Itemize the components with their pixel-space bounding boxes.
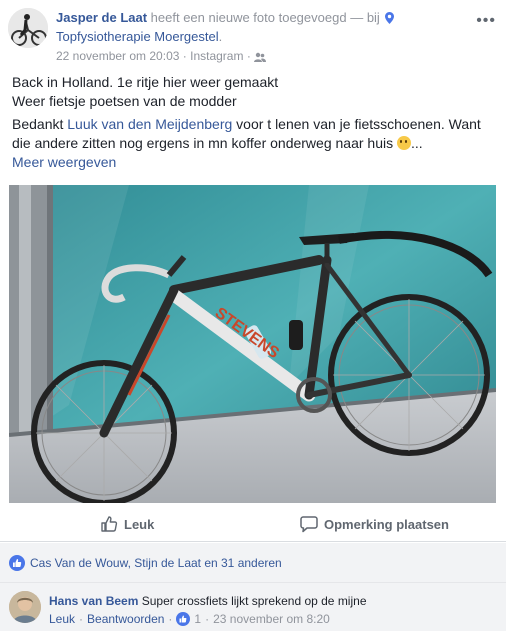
post-source[interactable]: Instagram [190, 49, 243, 63]
comment-like-button[interactable]: Leuk [49, 612, 75, 626]
action-text: heeft een nieuwe foto toegevoegd [150, 10, 347, 25]
message-line-2: Weer fietsje poetsen van de modder [12, 93, 237, 109]
comment-dot: · [205, 612, 210, 626]
comment-like-count[interactable]: 1 [194, 612, 201, 626]
commenter-name[interactable]: Hans van Beem [49, 594, 138, 608]
post-meta: 22 november om 20:03 · Instagram · [56, 48, 476, 66]
comment-button[interactable]: Opmerking plaatsen [300, 515, 449, 533]
message-p2-start: Bedankt [12, 116, 68, 132]
comment-icon [300, 515, 318, 533]
thumbs-up-icon [100, 515, 118, 533]
commenter-avatar[interactable] [9, 591, 41, 623]
post-actions: Leuk Opmerking plaatsen [0, 505, 506, 542]
smiley-icon [397, 136, 411, 150]
more-options-button[interactable]: ••• [476, 12, 496, 30]
author-avatar[interactable] [8, 8, 48, 48]
comment-like-count-icon[interactable] [176, 612, 191, 626]
post-header-text: Jasper de Laat heeft een nieuwe foto toe… [56, 9, 476, 66]
map-pin-icon [385, 11, 395, 28]
friends-icon[interactable] [254, 50, 267, 66]
reactions-text[interactable]: Cas Van de Wouw, Stijn de Laat en 31 and… [30, 556, 282, 570]
like-label: Leuk [124, 516, 155, 532]
dash: — [350, 10, 364, 25]
comment-text: Super crossfiets lijkt sprekend op de mi… [141, 594, 367, 608]
message-line-1: Back in Holland. 1e ritje hier weer gema… [12, 74, 279, 90]
reactions-summary[interactable]: Cas Van de Wouw, Stijn de Laat en 31 and… [0, 543, 506, 583]
meta-separator: · [182, 49, 187, 63]
mention-link[interactable]: Luuk van den Meijdenberg [67, 116, 232, 132]
comment-line: Hans van Beem Super crossfiets lijkt spr… [49, 594, 367, 609]
more-icon: ••• [476, 12, 496, 29]
place-suffix: . [218, 29, 223, 44]
feed-post: Jasper de Laat heeft een nieuwe foto toe… [0, 0, 506, 631]
meta-separator: · [246, 49, 251, 63]
place-link[interactable]: Topfysiotherapie Moergestel [56, 29, 219, 44]
post-photo[interactable]: STEVENS [9, 185, 496, 503]
like-reaction-icon [9, 555, 25, 571]
comment-timestamp[interactable]: 23 november om 8:20 [213, 612, 330, 626]
post-message: Back in Holland. 1e ritje hier weer gema… [12, 73, 498, 176]
ellipsis: ... [411, 135, 423, 151]
comment-dot: · [168, 612, 173, 626]
comment-label: Opmerking plaatsen [324, 516, 449, 532]
comment: Hans van Beem Super crossfiets lijkt spr… [0, 583, 506, 631]
comment-reply-button[interactable]: Beantwoorden [87, 612, 164, 626]
author-name[interactable]: Jasper de Laat [56, 10, 147, 25]
comment-dot: · [79, 612, 84, 626]
like-button[interactable]: Leuk [100, 515, 154, 533]
comment-meta: Leuk · Beantwoorden · 1 · 23 november om… [49, 612, 330, 626]
see-more-link[interactable]: Meer weergeven [12, 154, 116, 170]
post-timestamp[interactable]: 22 november om 20:03 [56, 49, 179, 63]
post-header: Jasper de Laat heeft een nieuwe foto toe… [8, 8, 498, 68]
at-text: bij [366, 10, 380, 25]
